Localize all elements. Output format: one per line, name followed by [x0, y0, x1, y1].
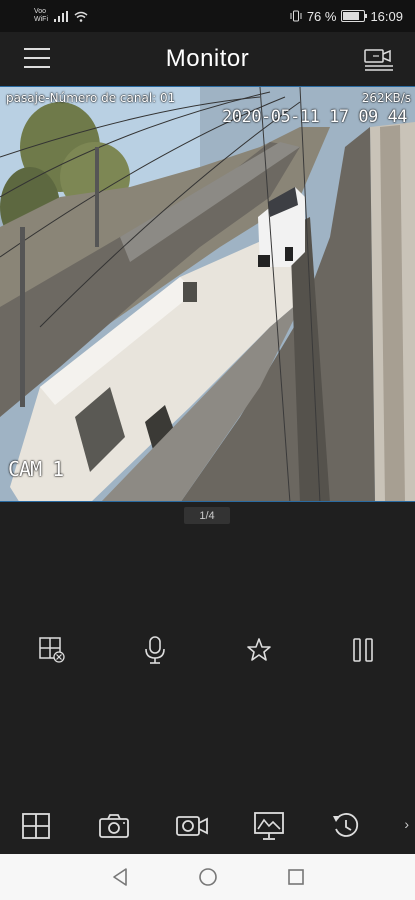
app-header: Monitor — [0, 32, 415, 86]
playback-controls — [0, 628, 415, 672]
battery-percent: 76 % — [306, 8, 337, 24]
toolbar-more-arrow-icon[interactable]: › — [404, 816, 409, 832]
camera-scene — [0, 87, 415, 501]
timestamp-overlay: 2020-05-11 17 09 44 — [222, 107, 407, 127]
close-window-icon[interactable] — [30, 628, 74, 672]
signal-icon — [54, 10, 68, 22]
snapshot-camera-icon[interactable] — [94, 808, 134, 844]
star-icon[interactable] — [237, 628, 281, 672]
battery-icon — [341, 10, 368, 22]
bitrate-label: 262KB/s — [361, 91, 411, 105]
video-feed[interactable]: pasaje-Número de canal: 01 262KB/s 2020-… — [0, 86, 415, 502]
channel-label: pasaje-Número de canal: 01 — [6, 91, 176, 105]
image-quality-icon[interactable] — [249, 808, 289, 844]
page-title: Monitor — [165, 45, 250, 72]
carrier-label: Voo WiFi — [34, 8, 48, 24]
system-navigation-bar — [0, 854, 415, 900]
microphone-icon[interactable] — [133, 628, 177, 672]
wifi-icon — [74, 11, 88, 22]
playback-icon[interactable] — [326, 808, 366, 844]
hamburger-menu-icon[interactable] — [24, 48, 50, 70]
home-icon[interactable] — [196, 865, 220, 889]
clock: 16:09 — [370, 8, 403, 24]
page-indicator: 1/4 — [184, 507, 230, 524]
carrier-bottom: WiFi — [34, 16, 48, 23]
status-bar: Voo WiFi 76 % 16:09 — [0, 0, 415, 32]
battery-fill — [343, 12, 359, 20]
grid-layout-icon[interactable] — [16, 808, 56, 844]
camera-list-icon[interactable] — [363, 46, 395, 72]
vibrate-icon — [290, 10, 302, 22]
back-icon[interactable] — [108, 865, 132, 889]
pause-icon[interactable] — [341, 628, 385, 672]
carrier-top: Voo — [34, 8, 47, 15]
record-video-icon[interactable] — [172, 808, 212, 844]
status-left: Voo WiFi — [34, 8, 88, 24]
status-right: 76 % 16:09 — [290, 9, 403, 24]
recents-icon[interactable] — [284, 865, 308, 889]
camera-name-overlay: CAM 1 — [8, 457, 64, 481]
bottom-toolbar: › — [0, 802, 415, 850]
